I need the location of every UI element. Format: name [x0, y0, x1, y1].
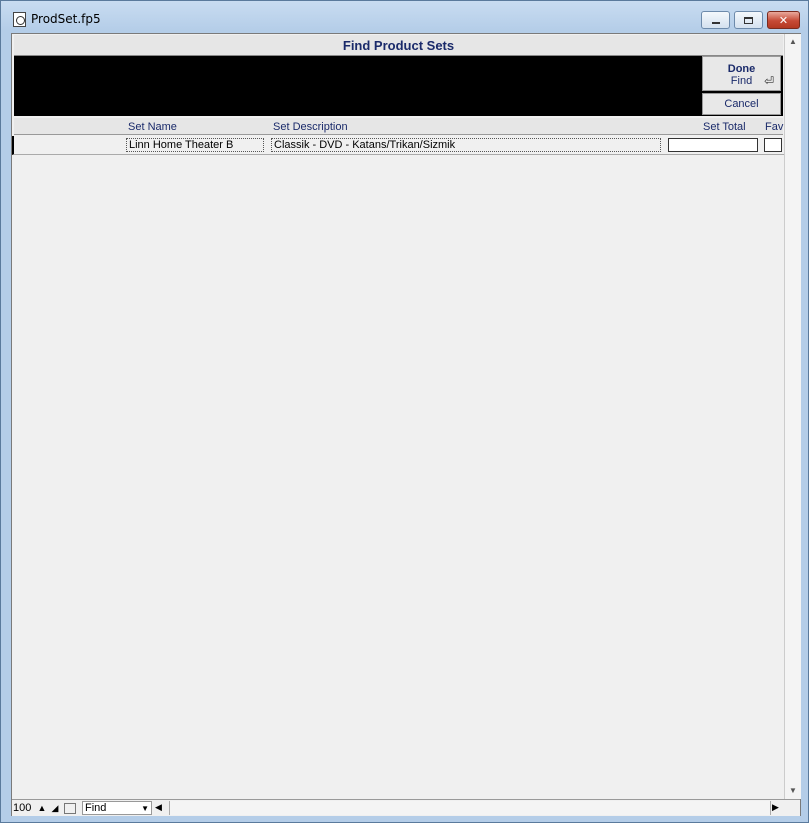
horizontal-scrollbar[interactable] [169, 801, 771, 815]
status-bar: 100 ▲ ◢ Find ▼ ◀ ▶ [12, 799, 800, 816]
zoom-level[interactable]: 100 [13, 802, 31, 814]
column-header-fav: Fav [765, 121, 784, 133]
mode-value: Find [85, 802, 107, 814]
scroll-right-icon[interactable]: ▶ [772, 802, 779, 813]
minimize-icon [711, 22, 720, 24]
status-area-toggle-icon[interactable] [64, 803, 76, 814]
column-header-set-description: Set Description [273, 121, 348, 133]
document-icon[interactable] [13, 12, 26, 27]
scroll-left-icon[interactable]: ◀ [155, 802, 162, 813]
page-title: Find Product Sets [342, 37, 455, 53]
minimize-button[interactable] [701, 11, 730, 29]
set-total-field[interactable] [668, 138, 758, 152]
column-header-bar: Set Name Set Description Set Total Fav [14, 118, 783, 135]
set-description-field[interactable]: Classik - DVD - Katans/Trikan/Sizmik [271, 138, 661, 152]
done-find-button[interactable]: Done Find ⏎ [702, 56, 781, 91]
mode-select[interactable]: Find ▼ [82, 801, 152, 815]
close-icon: ✕ [778, 14, 789, 27]
set-name-field[interactable]: Linn Home Theater B [126, 138, 264, 152]
vertical-scrollbar[interactable]: ▲ ▼ [784, 34, 801, 799]
fav-checkbox[interactable] [764, 138, 782, 152]
chevron-down-icon: ▼ [141, 804, 149, 813]
cancel-button[interactable]: Cancel [702, 93, 781, 115]
enter-icon: ⏎ [763, 74, 774, 88]
window-title: ProdSet.fp5 [31, 12, 101, 26]
column-header-set-name: Set Name [128, 121, 177, 133]
zoom-in-icon[interactable]: ◢ [49, 802, 61, 814]
app-window: ProdSet.fp5 ✕ Find Product Sets Done Fin… [0, 0, 809, 823]
zoom-out-icon[interactable]: ▲ [36, 802, 48, 814]
scroll-up-icon[interactable]: ▲ [785, 34, 801, 50]
column-header-set-total: Set Total [703, 121, 746, 133]
scroll-down-icon[interactable]: ▼ [785, 783, 801, 799]
layout-area: Find Product Sets Done Find ⏎ Cancel Set… [11, 33, 801, 816]
close-button[interactable]: ✕ [767, 11, 800, 29]
layout-header: Find Product Sets [14, 35, 783, 56]
button-panel: Done Find ⏎ Cancel [701, 56, 783, 116]
maximize-button[interactable] [734, 11, 763, 29]
table-row[interactable]: Linn Home Theater B Classik - DVD - Kata… [12, 136, 785, 155]
header-band [14, 56, 701, 116]
maximize-icon [744, 16, 753, 24]
title-bar[interactable]: ProdSet.fp5 ✕ [1, 1, 808, 35]
